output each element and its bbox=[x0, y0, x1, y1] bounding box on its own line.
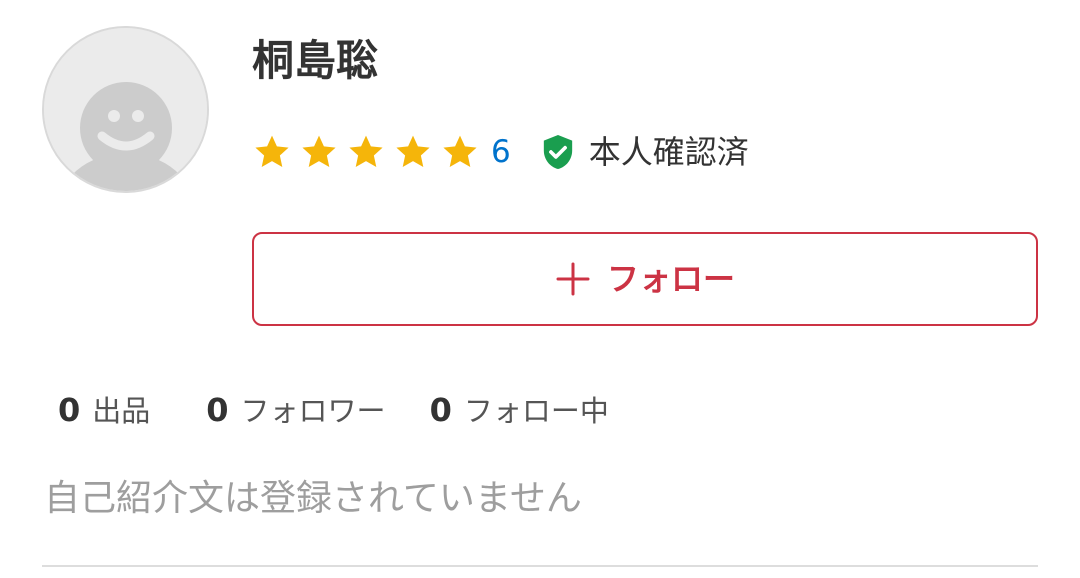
star-rating bbox=[252, 132, 487, 172]
follow-button-label: フォロー bbox=[606, 260, 735, 298]
verified-label: 本人確認済 bbox=[588, 133, 749, 171]
stat-label: フォロー中 bbox=[463, 394, 609, 428]
follow-button[interactable]: フォロー bbox=[252, 232, 1038, 326]
stat-label: フォロワー bbox=[240, 394, 386, 428]
stat-followers[interactable]: 0 フォロワー bbox=[206, 388, 385, 430]
rating-row[interactable]: 6 本人確認済 bbox=[252, 128, 749, 176]
star-icon bbox=[255, 135, 289, 167]
avatar[interactable] bbox=[42, 26, 209, 193]
star-icon bbox=[302, 135, 336, 167]
stat-value: 0 bbox=[206, 391, 229, 429]
user-name: 桐島聡 bbox=[252, 36, 379, 85]
stats-row: 0 出品 0 フォロワー 0 フォロー中 bbox=[58, 386, 609, 432]
star-icon bbox=[443, 135, 477, 167]
divider bbox=[42, 565, 1038, 567]
stat-value: 0 bbox=[58, 391, 81, 429]
star-icon bbox=[349, 135, 383, 167]
user-avatar-icon bbox=[44, 28, 207, 191]
rating-count[interactable]: 6 bbox=[491, 132, 511, 172]
bio-text: 自己紹介文は登録されていません bbox=[44, 478, 582, 519]
stat-listings[interactable]: 0 出品 bbox=[58, 388, 150, 430]
stat-label: 出品 bbox=[92, 394, 151, 428]
profile-page: 桐島聡 6 本人確認済 フォロー 0 出品 0 フォロワー 0 フォロー中 自己… bbox=[0, 0, 1080, 578]
stat-following[interactable]: 0 フォロー中 bbox=[430, 388, 609, 430]
stat-value: 0 bbox=[429, 391, 452, 429]
star-icon bbox=[396, 135, 430, 167]
plus-icon bbox=[556, 262, 590, 296]
shield-check-icon bbox=[543, 135, 572, 169]
verified-badge: 本人確認済 bbox=[541, 132, 749, 172]
